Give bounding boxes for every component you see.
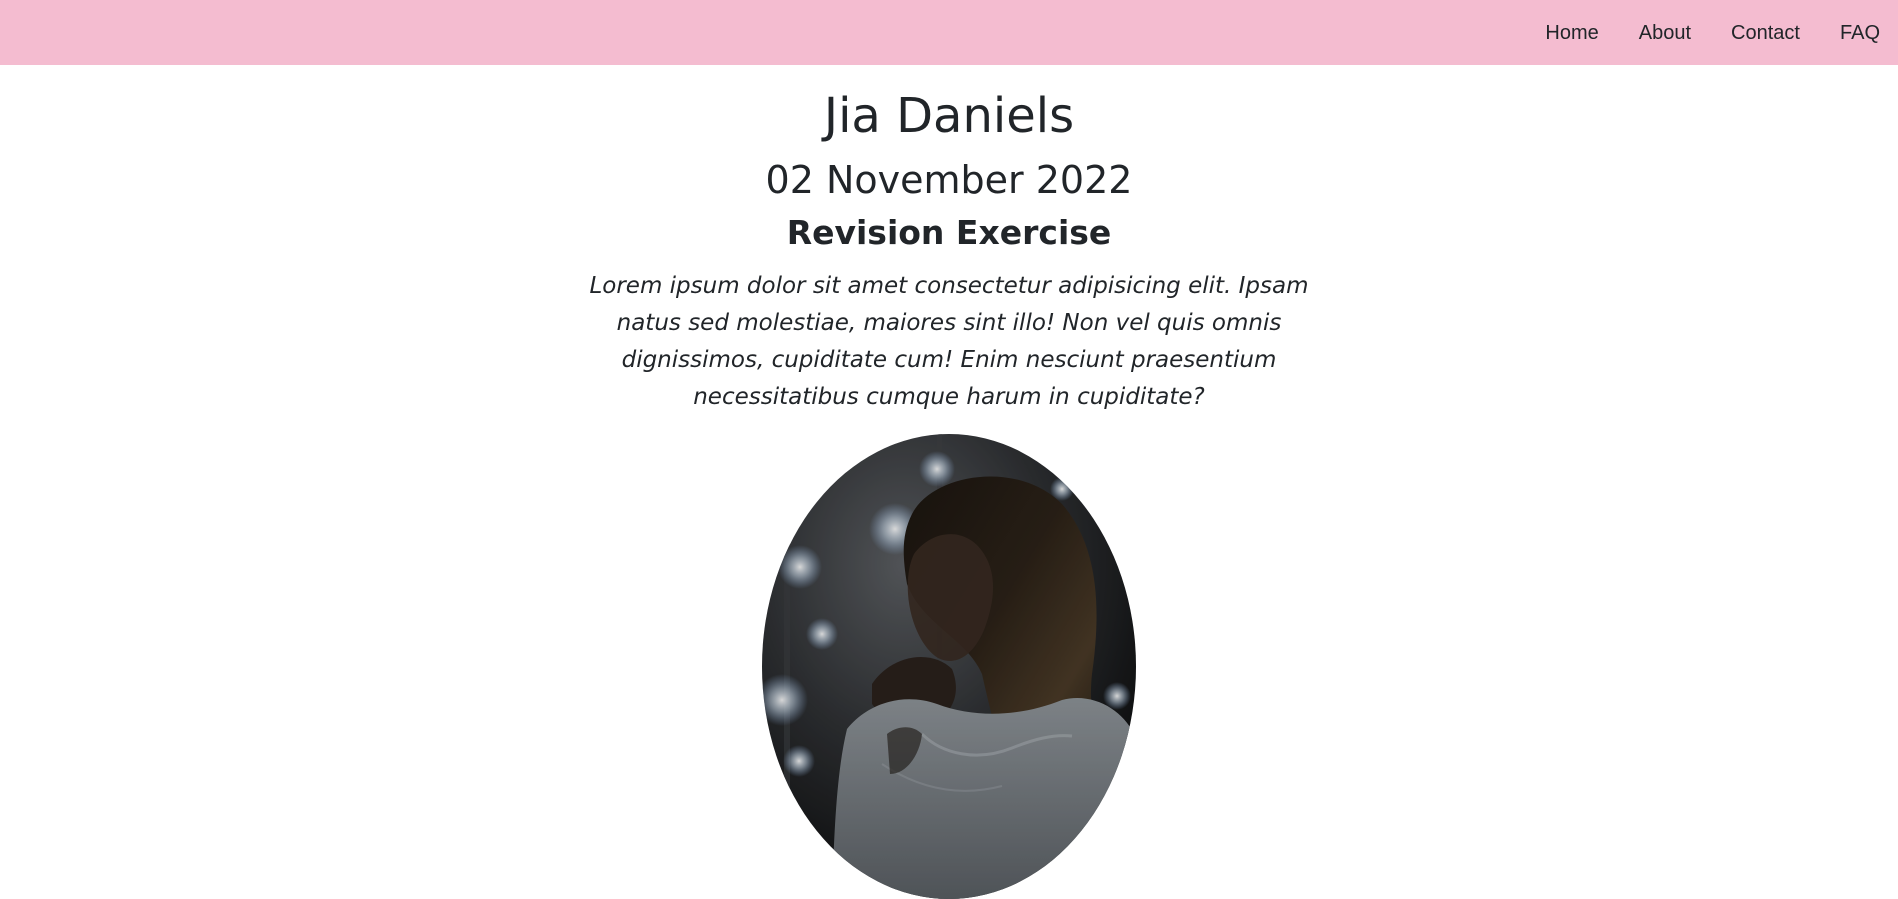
nav-link-home[interactable]: Home bbox=[1545, 21, 1598, 45]
nav-link-about[interactable]: About bbox=[1639, 21, 1691, 45]
post-body-text: Lorem ipsum dolor sit amet consectetur a… bbox=[589, 273, 1309, 410]
nav-menu: Home About Contact FAQ bbox=[1545, 0, 1880, 65]
post-date: 02 November 2022 bbox=[765, 158, 1133, 202]
main-content: Jia Daniels 02 November 2022 Revision Ex… bbox=[0, 65, 1898, 899]
person-name: Jia Daniels bbox=[823, 88, 1075, 144]
top-navbar: Home About Contact FAQ bbox=[0, 0, 1898, 65]
portrait-image bbox=[762, 434, 1136, 899]
nav-link-faq[interactable]: FAQ bbox=[1840, 21, 1880, 45]
post-title: Revision Exercise bbox=[786, 213, 1112, 252]
nav-link-contact[interactable]: Contact bbox=[1731, 21, 1800, 45]
profile-portrait bbox=[762, 434, 1136, 899]
